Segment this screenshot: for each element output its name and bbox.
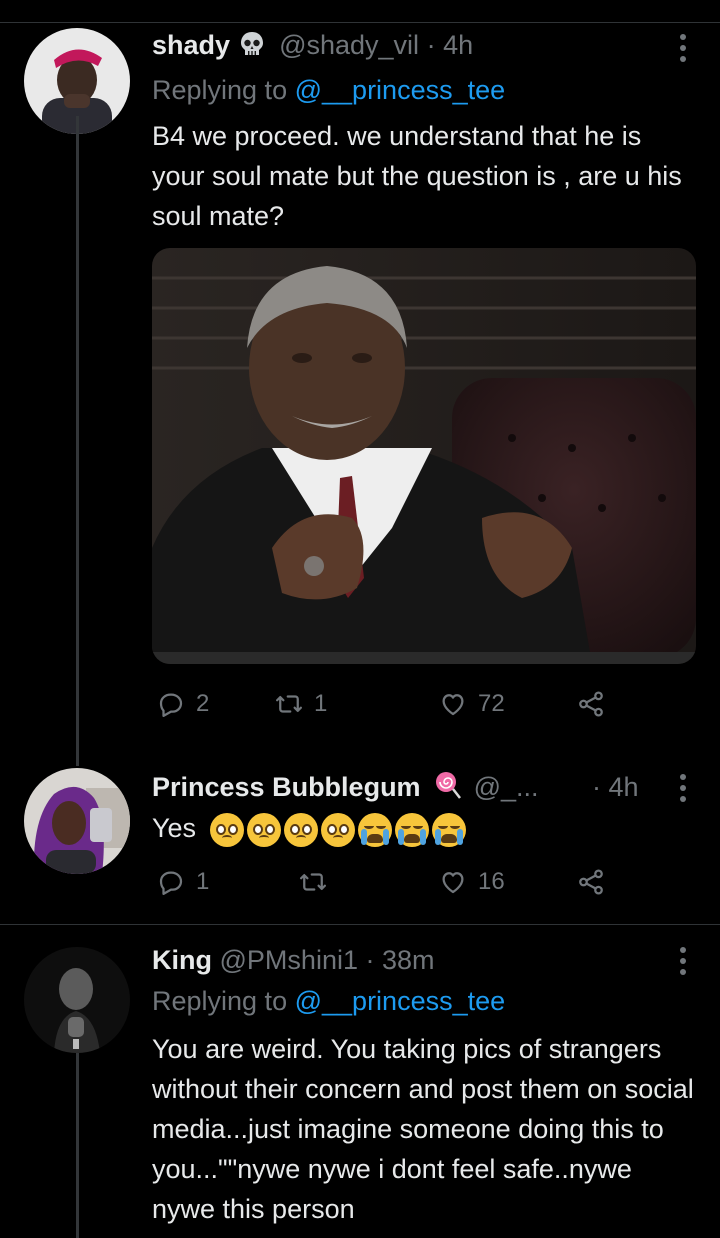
tweet-text: You are weird. You taking pics of strang…: [152, 1034, 694, 1224]
share-button[interactable]: [576, 686, 606, 722]
pleading-face-emoji: [209, 812, 244, 847]
replying-to: Replying to @__princess_tee: [152, 73, 505, 107]
replying-to: Replying to @__princess_tee: [152, 984, 505, 1018]
more-icon[interactable]: [678, 947, 688, 975]
avatar[interactable]: [24, 768, 130, 874]
more-icon[interactable]: [678, 34, 688, 62]
tweet-text: Yes: [152, 808, 700, 848]
retweet-icon: [300, 873, 326, 891]
timestamp[interactable]: · 4h: [592, 770, 639, 804]
tweet-text: B4 we proceed. we understand that he is …: [152, 121, 682, 231]
handle[interactable]: @PMshini1: [220, 945, 358, 975]
tweet-header: Princess Bubblegum @_...: [152, 770, 539, 808]
like-button[interactable]: 16: [438, 864, 505, 900]
handle[interactable]: @_...: [474, 772, 539, 802]
lollipop-emoji: [432, 770, 462, 808]
handle[interactable]: @shady_vil: [279, 30, 419, 60]
display-name[interactable]: Princess Bubblegum: [152, 772, 421, 802]
pleading-face-emoji: [283, 812, 318, 847]
like-button[interactable]: 72: [438, 686, 505, 722]
thread-line: [76, 1053, 79, 1238]
retweet-button[interactable]: [298, 864, 338, 900]
replying-label: Replying to: [152, 986, 288, 1016]
retweet-icon: [276, 695, 302, 713]
reply-icon: [159, 693, 183, 717]
loudly-crying-face-emoji: [394, 812, 429, 847]
more-icon[interactable]: [678, 774, 688, 802]
tweet-actions: 2 1 72: [152, 686, 622, 722]
share-icon: [579, 869, 603, 895]
share-icon: [579, 691, 603, 717]
mention-link[interactable]: @__princess_tee: [295, 986, 506, 1016]
pleading-face-emoji: [320, 812, 355, 847]
loudly-crying-face-emoji: [357, 812, 392, 847]
share-button[interactable]: [576, 864, 606, 900]
avatar[interactable]: [24, 947, 130, 1053]
pleading-face-emoji: [246, 812, 281, 847]
timestamp[interactable]: · 4h: [427, 30, 474, 60]
timestamp[interactable]: · 38m: [366, 945, 435, 975]
like-count: 16: [478, 868, 505, 895]
replying-label: Replying to: [152, 75, 288, 105]
like-icon: [442, 872, 464, 894]
tweet-king[interactable]: King @PMshini1 · 38m Replying to @__prin…: [0, 925, 720, 1238]
loudly-crying-face-emoji: [431, 812, 466, 847]
reply-count: 2: [196, 690, 210, 717]
reply-button[interactable]: 1: [156, 864, 209, 900]
tweet-princess-bubblegum[interactable]: Princess Bubblegum @_... · 4h Yes 1 16: [0, 760, 720, 924]
display-name[interactable]: shady: [152, 30, 230, 60]
mention-link[interactable]: @__princess_tee: [295, 75, 506, 105]
like-count: 72: [478, 690, 505, 717]
skull-emoji: [238, 30, 266, 66]
tweet-actions: 1 16: [152, 864, 622, 900]
tweet-shady[interactable]: shady @shady_vil · 4h Replying to @__pri…: [0, 0, 720, 766]
tweet-header: King @PMshini1 · 38m: [152, 943, 435, 977]
tweet-text-yes: Yes: [152, 813, 197, 843]
emoji-row: [209, 812, 466, 847]
thread-line: [76, 116, 79, 766]
display-name[interactable]: King: [152, 945, 212, 975]
reply-count: 1: [196, 868, 210, 895]
like-icon: [442, 694, 464, 716]
reply-button[interactable]: 2: [156, 686, 209, 722]
reply-icon: [159, 871, 183, 895]
retweet-button[interactable]: 1: [274, 686, 327, 722]
tweet-image[interactable]: [152, 248, 696, 664]
tweet-header: shady @shady_vil · 4h: [152, 28, 473, 66]
retweet-count: 1: [314, 690, 328, 717]
